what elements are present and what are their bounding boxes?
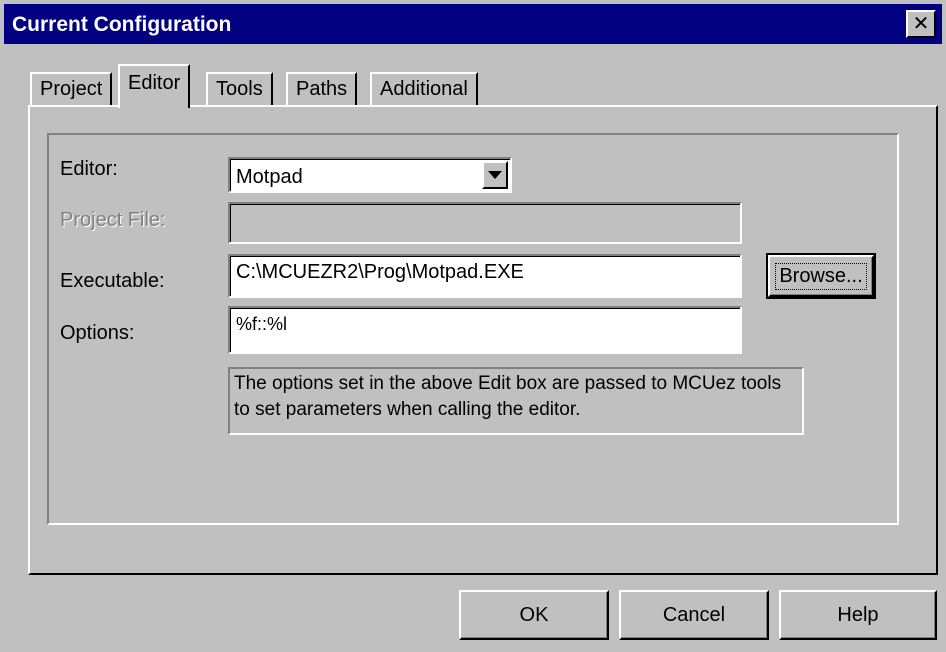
- cancel-button[interactable]: Cancel: [619, 590, 769, 640]
- options-label: Options:: [60, 322, 135, 344]
- browse-button[interactable]: Browse...: [766, 253, 876, 299]
- project-file-field: [228, 202, 742, 244]
- title-bar[interactable]: Current Configuration ✕: [4, 4, 942, 44]
- tab-project[interactable]: Project: [30, 72, 113, 106]
- tab-editor[interactable]: Editor: [118, 64, 191, 108]
- help-button[interactable]: Help: [779, 590, 937, 640]
- editor-label: Editor:: [60, 158, 118, 180]
- tab-paths[interactable]: Paths: [286, 72, 358, 106]
- browse-button-label: Browse...: [775, 262, 867, 290]
- chevron-down-icon[interactable]: [482, 161, 508, 189]
- options-field[interactable]: %f::%l: [228, 306, 742, 354]
- executable-label: Executable:: [60, 270, 165, 292]
- tab-additional[interactable]: Additional: [370, 72, 478, 106]
- ok-button[interactable]: OK: [459, 590, 609, 640]
- dialog-title: Current Configuration: [12, 13, 232, 36]
- project-file-label: Project File:: [60, 209, 166, 231]
- tab-tools[interactable]: Tools: [206, 72, 273, 106]
- executable-field[interactable]: C:\MCUEZR2\Prog\Motpad.EXE: [228, 254, 742, 298]
- editor-dropdown-value: Motpad: [236, 166, 303, 188]
- editor-dropdown[interactable]: Motpad: [228, 157, 512, 193]
- options-help-text: The options set in the above Edit box ar…: [228, 367, 804, 435]
- close-icon[interactable]: ✕: [906, 10, 936, 38]
- configuration-dialog: Current Configuration ✕ Project Editor T…: [0, 0, 946, 652]
